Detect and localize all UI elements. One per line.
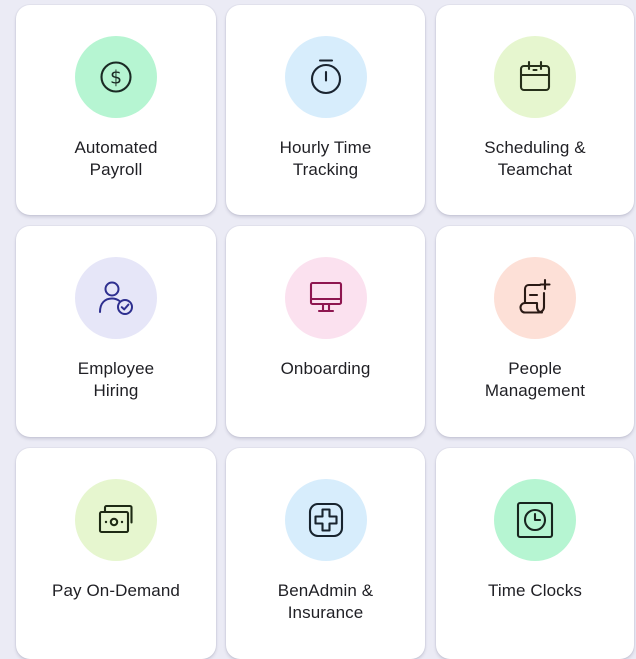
- feature-label: Onboarding: [232, 358, 419, 380]
- feature-label: Scheduling & Teamchat: [442, 137, 628, 181]
- feature-label: Pay On-Demand: [22, 580, 210, 602]
- feature-card-pay-on-demand[interactable]: Pay On-Demand: [16, 448, 216, 659]
- feature-label: Time Clocks: [442, 580, 628, 602]
- feature-label: Employee Hiring: [22, 358, 210, 402]
- dollar-circle-icon: $: [100, 61, 132, 93]
- cash-icon-badge: [75, 479, 157, 561]
- feature-card-time-clocks[interactable]: Time Clocks: [436, 448, 634, 659]
- cash-icon: [98, 504, 133, 534]
- feature-label-line: Insurance: [287, 603, 364, 622]
- calendar-icon: [519, 60, 551, 92]
- feature-label-line: Management: [484, 381, 586, 400]
- medical-cross-icon-badge: [284, 479, 367, 561]
- feature-card-scheduling-teamchat[interactable]: Scheduling & Teamchat: [436, 5, 634, 215]
- monitor-icon-badge: [284, 257, 367, 339]
- feature-label: People Management: [442, 358, 628, 402]
- medical-cross-icon: [308, 502, 343, 538]
- feature-label-line: People: [508, 359, 562, 378]
- stopwatch-icon-badge: [284, 36, 367, 118]
- feature-label-line: Onboarding: [280, 359, 371, 378]
- feature-label-line: Hiring: [93, 381, 139, 400]
- feature-label: Hourly Time Tracking: [232, 137, 419, 181]
- feature-label-line: Pay On-Demand: [52, 581, 180, 600]
- feature-card-onboarding[interactable]: Onboarding: [226, 226, 425, 437]
- feature-label-line: BenAdmin &: [277, 581, 374, 600]
- feature-label-line: Time Clocks: [488, 581, 582, 600]
- monitor-icon: [309, 281, 342, 313]
- feature-label-line: Tracking: [292, 160, 359, 179]
- feature-label-line: Employee: [77, 359, 155, 378]
- feature-label-line: Scheduling &: [484, 138, 586, 157]
- feature-card-automated-payroll[interactable]: $ Automated Payroll: [16, 5, 216, 215]
- document-add-icon-badge: [494, 257, 576, 339]
- feature-label: BenAdmin & Insurance: [232, 580, 419, 624]
- feature-label-line: Teamchat: [497, 160, 573, 179]
- dollar-circle-icon-badge: $: [75, 36, 157, 118]
- feature-grid: $ Automated Payroll Hourly Time Tracking Sc…: [0, 0, 636, 659]
- feature-label-line: Hourly Time: [279, 138, 372, 157]
- feature-label-line: Automated: [74, 138, 158, 157]
- feature-card-benadmin-insurance[interactable]: BenAdmin & Insurance: [226, 448, 425, 659]
- svg-text:$: $: [110, 67, 122, 89]
- stopwatch-icon: [310, 59, 341, 95]
- person-check-icon: [99, 281, 133, 315]
- calendar-icon-badge: [494, 36, 576, 118]
- document-add-icon: [519, 278, 551, 314]
- feature-label: Automated Payroll: [22, 137, 210, 181]
- feature-card-hourly-time-tracking[interactable]: Hourly Time Tracking: [226, 5, 425, 215]
- clock-icon-badge: [494, 479, 576, 561]
- clock-icon: [516, 501, 554, 539]
- feature-card-employee-hiring[interactable]: Employee Hiring: [16, 226, 216, 437]
- feature-card-people-management[interactable]: People Management: [436, 226, 634, 437]
- person-check-icon-badge: [75, 257, 157, 339]
- feature-label-line: Payroll: [89, 160, 143, 179]
